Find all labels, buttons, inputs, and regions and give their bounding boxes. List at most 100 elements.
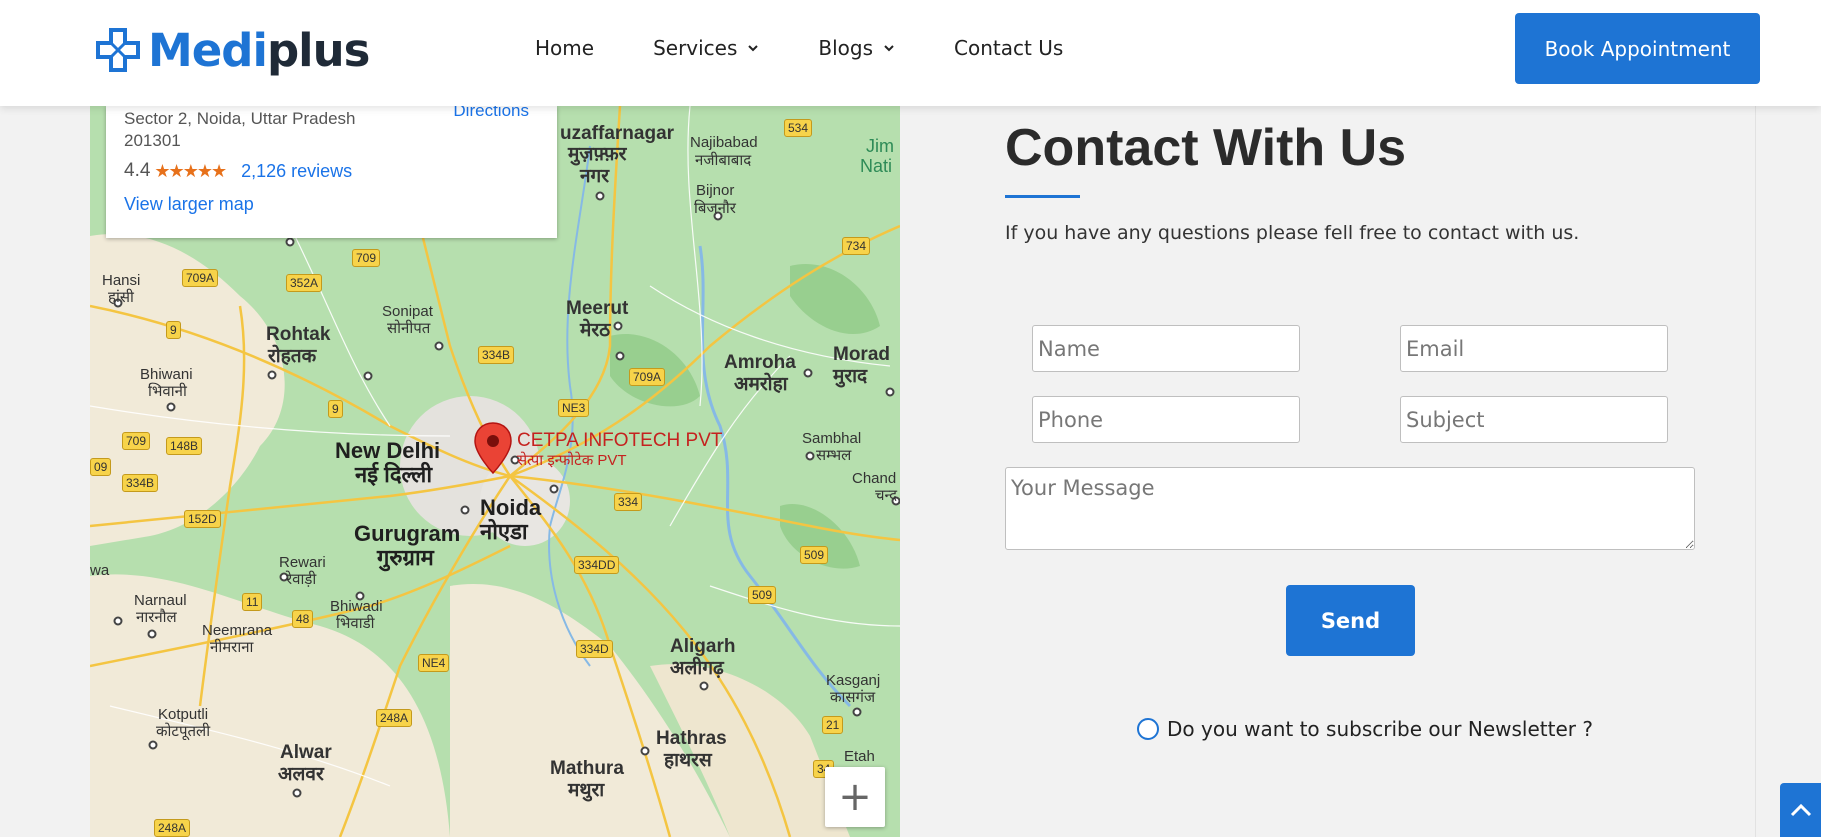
- map-label: नगर: [580, 166, 610, 187]
- route-shield: 148B: [166, 437, 203, 455]
- map-label: Sambhal: [802, 430, 862, 447]
- route-shield: NE4: [418, 654, 450, 672]
- route-shield: 21: [822, 716, 844, 734]
- nav-contact-label: Contact Us: [954, 36, 1064, 60]
- map-label: Neemrana: [202, 622, 273, 639]
- map-label: Alwar: [280, 742, 332, 763]
- map-label: Chand: [852, 470, 897, 487]
- map-label: नीमराना: [210, 639, 254, 656]
- nav-blogs[interactable]: Blogs: [818, 36, 895, 60]
- route-shield: 352A: [286, 274, 323, 292]
- email-input[interactable]: [1400, 325, 1668, 372]
- map-label: Jim: [866, 136, 894, 156]
- map-label: Bhiwani: [140, 366, 193, 383]
- newsletter-radio[interactable]: [1137, 718, 1159, 740]
- zoom-in-button[interactable]: +: [825, 767, 885, 827]
- map-label: बिजनौर: [694, 200, 736, 217]
- map-label: नजीबाबाद: [695, 152, 752, 169]
- directions-link[interactable]: Directions: [453, 106, 529, 121]
- route-shield: 334B: [122, 474, 159, 492]
- route-shield: 709A: [629, 368, 666, 386]
- map-label: कोटपूतली: [156, 723, 211, 740]
- route-shield: 09: [90, 458, 112, 476]
- chevron-down-icon: [884, 45, 894, 52]
- route-shield: NE3: [558, 399, 590, 417]
- contact-description: If you have any questions please fell fr…: [1005, 222, 1580, 244]
- map-label: नई दिल्ली: [355, 462, 433, 487]
- message-textarea[interactable]: [1005, 467, 1695, 550]
- map-label: uzaffarnagar: [560, 123, 675, 144]
- route-shield: 509: [748, 586, 777, 604]
- contact-title: Contact With Us: [1005, 119, 1407, 177]
- map-label: कासगंज: [830, 689, 876, 706]
- view-larger-map-link[interactable]: View larger map: [124, 194, 539, 215]
- map-label: New Delhi: [335, 438, 441, 463]
- map-pin-icon[interactable]: [473, 421, 513, 475]
- map-label: Sonipat: [382, 303, 433, 320]
- route-shield: 9: [328, 400, 343, 418]
- page-right-edge: [1755, 106, 1821, 837]
- map-label: अलीगढ़: [670, 658, 724, 679]
- site-header: Mediplus Home Services Blogs Contact Us …: [0, 0, 1821, 106]
- main-nav: Home Services Blogs Contact Us: [535, 36, 1063, 60]
- newsletter-option[interactable]: Do you want to subscribe our Newsletter …: [1137, 717, 1593, 741]
- map-label: Narnaul: [134, 592, 187, 609]
- map-label: Bhiwadi: [330, 598, 383, 615]
- map-label: wa: [90, 562, 110, 579]
- newsletter-label: Do you want to subscribe our Newsletter …: [1167, 717, 1593, 741]
- rating-value: 4.4: [124, 160, 151, 181]
- route-shield: 709: [122, 432, 151, 450]
- nav-services[interactable]: Services: [653, 36, 759, 60]
- route-shield: 509: [800, 546, 829, 564]
- map-label: रेवाड़ी: [286, 571, 317, 588]
- map-label: Najibabad: [690, 134, 758, 151]
- title-underline: [1005, 195, 1080, 198]
- map-label: अलवर: [278, 764, 324, 785]
- nav-services-label: Services: [653, 36, 738, 60]
- nav-blogs-label: Blogs: [818, 36, 874, 60]
- map-label: Etah: [844, 748, 875, 765]
- map-label: Noida: [480, 495, 542, 520]
- map-label: Nati: [860, 156, 893, 176]
- map-label: Mathura: [550, 758, 624, 779]
- google-map[interactable]: Sector 2, Noida, Uttar Pradesh 201301 Di…: [90, 106, 900, 837]
- map-label: मुज़फ़्फ़र: [568, 144, 627, 165]
- map-label: Meerut: [566, 298, 629, 319]
- route-shield: 534: [784, 119, 813, 137]
- map-place-card: Sector 2, Noida, Uttar Pradesh 201301 Di…: [106, 106, 557, 238]
- map-label: नारनौल: [136, 609, 177, 626]
- route-shield: 334DD: [574, 556, 620, 574]
- map-label: सम्भल: [816, 447, 852, 464]
- map-label: Morad: [833, 344, 890, 365]
- route-shield: 709: [352, 249, 381, 267]
- map-label: नोएडा: [480, 519, 528, 544]
- map-label: भिवाडी: [336, 615, 375, 632]
- map-label: Rewari: [279, 554, 326, 571]
- rating-stars-icon: ★★★★★: [154, 160, 227, 181]
- route-shield: 248A: [376, 709, 413, 727]
- logo-text: Mediplus: [148, 23, 370, 77]
- book-appointment-button[interactable]: Book Appointment: [1515, 13, 1760, 84]
- map-label: Gurugram: [354, 521, 461, 546]
- phone-input[interactable]: [1032, 396, 1300, 443]
- map-label: हाथरस: [664, 750, 712, 771]
- send-button[interactable]: Send: [1286, 585, 1415, 656]
- route-shield: 334D: [576, 640, 613, 658]
- logo[interactable]: Mediplus: [94, 22, 370, 78]
- map-label: चन्द: [875, 487, 898, 504]
- map-label: Kotputli: [158, 706, 209, 723]
- route-shield: 9: [166, 321, 181, 339]
- map-label: Hathras: [656, 728, 727, 749]
- nav-home[interactable]: Home: [535, 36, 594, 60]
- map-label: मेरठ: [580, 320, 611, 341]
- name-input[interactable]: [1032, 325, 1300, 372]
- pin-label-hindi: सेत्पा इन्फोटेक PVT: [517, 452, 627, 469]
- map-rating: 4.4 ★★★★★ 2,126 reviews: [124, 160, 539, 182]
- subject-input[interactable]: [1400, 396, 1668, 443]
- map-label: भिवानी: [148, 383, 187, 400]
- reviews-link[interactable]: 2,126 reviews: [241, 161, 352, 182]
- map-label: मुराद: [833, 366, 868, 387]
- nav-contact[interactable]: Contact Us: [954, 36, 1063, 60]
- map-label: Rohtak: [266, 324, 331, 345]
- scroll-to-top-button[interactable]: [1780, 783, 1821, 837]
